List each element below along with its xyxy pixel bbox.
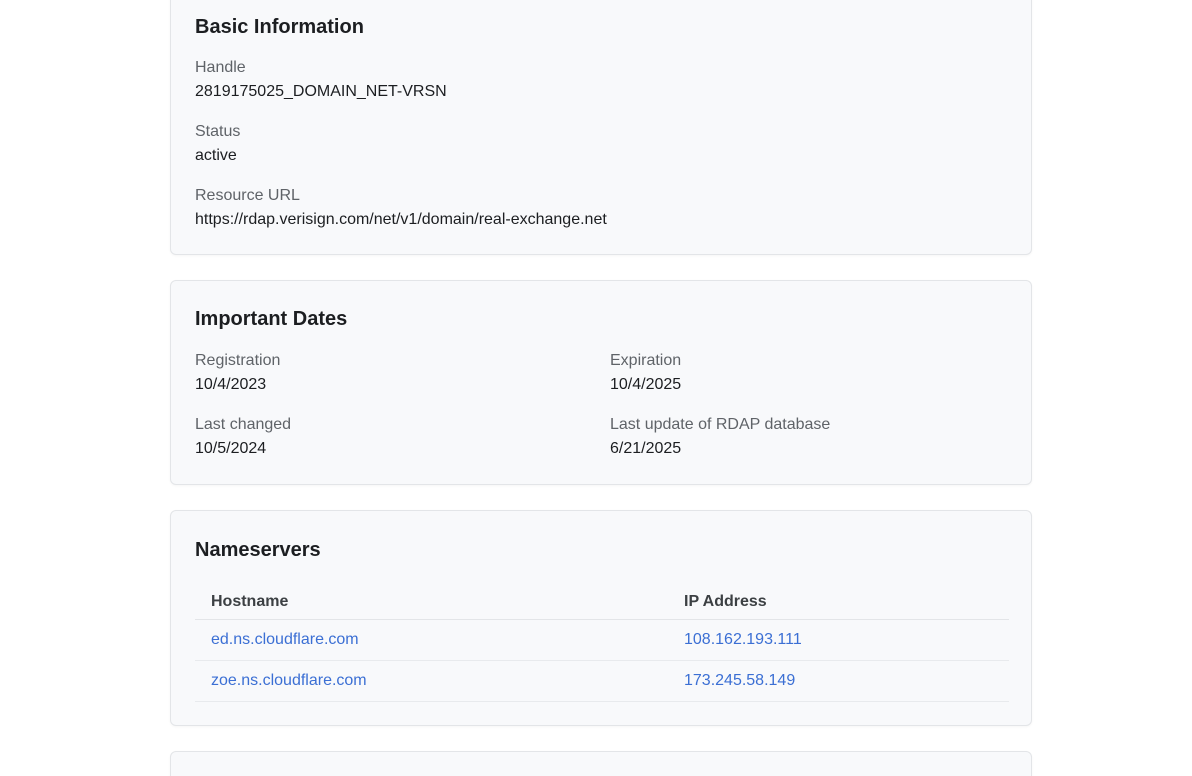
- ip-address-column-header: IP Address: [668, 585, 1009, 620]
- table-row: zoe.ns.cloudflare.com 173.245.58.149: [195, 660, 1009, 702]
- table-header-row: Hostname IP Address: [195, 585, 1009, 620]
- registration-label: Registration: [195, 352, 281, 369]
- last-update-value: 6/21/2025: [610, 440, 682, 457]
- hostname-link[interactable]: zoe.ns.cloudflare.com: [211, 672, 367, 689]
- table-row: ed.ns.cloudflare.com 108.162.193.111: [195, 619, 1009, 661]
- registration-value: 10/4/2023: [195, 376, 267, 393]
- nameservers-table: Hostname IP Address ed.ns.cloudflare.com…: [195, 585, 1009, 702]
- ip-address-link[interactable]: 173.245.58.149: [684, 672, 795, 689]
- last-update-field: Last update of RDAP database 6/21/2025: [610, 415, 830, 459]
- hostname-column-header: Hostname: [195, 585, 668, 620]
- next-section-card: [170, 751, 1032, 776]
- resource-url-value: https://rdap.verisign.com/net/v1/domain/…: [195, 211, 607, 228]
- hostname-cell: zoe.ns.cloudflare.com: [195, 660, 668, 702]
- hostname-link[interactable]: ed.ns.cloudflare.com: [211, 631, 359, 648]
- handle-value: 2819175025_DOMAIN_NET-VRSN: [195, 83, 447, 100]
- status-field: Status active: [195, 122, 240, 166]
- last-changed-field: Last changed 10/5/2024: [195, 415, 291, 459]
- expiration-label: Expiration: [610, 352, 682, 369]
- ip-address-cell: 173.245.58.149: [668, 660, 1009, 702]
- important-dates-card: Important Dates Registration 10/4/2023 E…: [170, 280, 1032, 485]
- status-label: Status: [195, 123, 241, 140]
- handle-field: Handle 2819175025_DOMAIN_NET-VRSN: [195, 58, 447, 102]
- basic-information-title: Basic Information: [195, 16, 364, 38]
- handle-label: Handle: [195, 59, 246, 76]
- basic-information-card: Basic Information Handle 2819175025_DOMA…: [170, 0, 1032, 255]
- last-changed-label: Last changed: [195, 416, 292, 433]
- ip-address-link[interactable]: 108.162.193.111: [684, 631, 802, 648]
- status-value: active: [195, 147, 237, 164]
- expiration-field: Expiration 10/4/2025: [610, 351, 681, 395]
- nameservers-title: Nameservers: [195, 539, 321, 561]
- resource-url-label: Resource URL: [195, 187, 300, 204]
- nameservers-card: Nameservers Hostname IP Address ed.ns.cl…: [170, 510, 1032, 726]
- page: Basic Information Handle 2819175025_DOMA…: [0, 0, 1192, 776]
- important-dates-title: Important Dates: [195, 308, 348, 330]
- registration-field: Registration 10/4/2023: [195, 351, 280, 395]
- last-update-label: Last update of RDAP database: [610, 416, 831, 433]
- ip-address-cell: 108.162.193.111: [668, 619, 1009, 661]
- last-changed-value: 10/5/2024: [195, 440, 267, 457]
- hostname-cell: ed.ns.cloudflare.com: [195, 619, 668, 661]
- expiration-value: 10/4/2025: [610, 376, 682, 393]
- resource-url-field: Resource URL https://rdap.verisign.com/n…: [195, 186, 607, 230]
